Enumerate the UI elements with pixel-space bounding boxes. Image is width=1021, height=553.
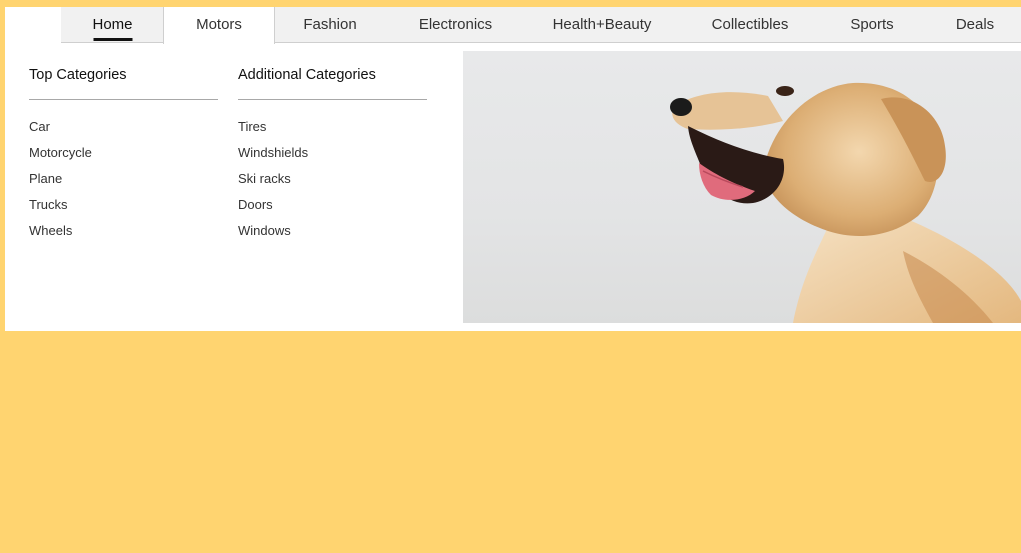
category-link-plane[interactable]: Plane: [29, 171, 218, 197]
nav-item-label: Electronics: [418, 16, 493, 33]
additional-categories-column: Additional Categories Tires Windshields …: [238, 64, 427, 249]
nav-item-fashion[interactable]: Fashion: [290, 7, 370, 43]
nav-item-label: Home: [92, 16, 133, 33]
nav-item-label: Motors: [196, 16, 242, 33]
dog-illustration: [670, 82, 1021, 323]
nav-item-label: Fashion: [303, 16, 357, 33]
column-divider: [238, 99, 427, 100]
category-link-trucks[interactable]: Trucks: [29, 197, 218, 223]
column-heading: Additional Categories: [238, 67, 376, 83]
nav-item-deals[interactable]: Deals: [942, 7, 1008, 43]
category-link-ski-racks[interactable]: Ski racks: [238, 171, 427, 197]
nav-item-label: Deals: [955, 16, 995, 33]
category-list: Tires Windshields Ski racks Doors Window…: [238, 119, 427, 249]
nav-left-spacer: [5, 7, 61, 43]
nav-item-health-beauty[interactable]: Health+Beauty: [542, 7, 662, 43]
category-link-wheels[interactable]: Wheels: [29, 223, 218, 249]
column-heading: Top Categories: [29, 67, 127, 83]
category-link-motorcycle[interactable]: Motorcycle: [29, 145, 218, 171]
active-underline: [93, 38, 132, 41]
nav-item-collectibles[interactable]: Collectibles: [698, 7, 802, 43]
mega-menu-panel: Home Motors Fashion Electronics Health+B…: [5, 7, 1021, 331]
nav-item-label: Sports: [850, 16, 894, 33]
top-nav-bar: Home Motors Fashion Electronics Health+B…: [5, 7, 1021, 44]
column-divider: [29, 99, 218, 100]
nav-item-motors[interactable]: Motors: [163, 7, 275, 44]
category-link-doors[interactable]: Doors: [238, 197, 427, 223]
nav-item-label: Collectibles: [711, 16, 789, 33]
category-link-car[interactable]: Car: [29, 119, 218, 145]
category-link-tires[interactable]: Tires: [238, 119, 427, 145]
nav-item-sports[interactable]: Sports: [837, 7, 907, 43]
top-categories-column: Top Categories Car Motorcycle Plane Truc…: [29, 64, 218, 249]
category-list: Car Motorcycle Plane Trucks Wheels: [29, 119, 218, 249]
category-link-windshields[interactable]: Windshields: [238, 145, 427, 171]
nav-item-home[interactable]: Home: [80, 7, 145, 43]
hero-dog-image[interactable]: [463, 51, 1021, 323]
nav-item-label: Health+Beauty: [552, 16, 652, 33]
category-link-windows[interactable]: Windows: [238, 223, 427, 249]
nav-item-electronics[interactable]: Electronics: [405, 7, 506, 43]
